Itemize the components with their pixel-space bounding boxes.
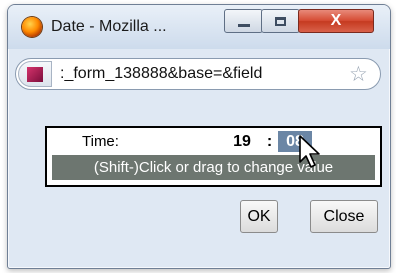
minimize-button[interactable] (224, 9, 263, 33)
bookmark-star-icon[interactable]: ☆ (349, 62, 368, 87)
maximize-button[interactable] (261, 9, 300, 33)
site-favicon-icon (27, 67, 43, 82)
close-icon: X (330, 12, 342, 29)
time-row: Time: 19 : 08 (52, 131, 375, 152)
browser-popup-window: Date - Mozilla ... X :_form_138888&base=… (7, 4, 391, 269)
hint-bar: (Shift-)Click or drag to change value (52, 155, 375, 180)
url-text[interactable]: :_form_138888&base=&field (60, 65, 262, 83)
firefox-icon (22, 17, 42, 37)
time-label: Time: (82, 133, 119, 150)
mouse-pointer-icon (299, 135, 320, 168)
title-bar[interactable]: Date - Mozilla ... X (8, 5, 390, 49)
hour-field[interactable]: 19 (222, 131, 262, 152)
site-identity-button[interactable] (18, 61, 52, 87)
minimize-icon (237, 23, 250, 27)
time-separator: : (262, 131, 277, 152)
close-window-button[interactable]: X (298, 9, 374, 33)
time-picker-panel: Time: 19 : 08 (Shift-)Click or drag to c… (45, 126, 382, 187)
maximize-icon (275, 16, 286, 26)
ok-button[interactable]: OK (240, 200, 278, 233)
address-bar[interactable]: :_form_138888&base=&field ☆ (15, 58, 381, 90)
close-button[interactable]: Close (310, 200, 378, 233)
window-title: Date - Mozilla ... (51, 18, 167, 35)
